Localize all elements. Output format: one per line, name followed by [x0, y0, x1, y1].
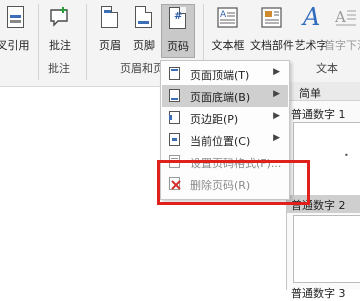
divider	[86, 4, 87, 80]
wordart-label: 艺术字	[294, 39, 328, 52]
menu-item-label: 页面顶端(T)	[190, 69, 250, 82]
footer-icon	[132, 6, 156, 32]
submenu-arrow-icon: ▶	[273, 133, 280, 143]
menu-item-label: 当前位置(C)	[190, 135, 251, 148]
comment-button[interactable]: 批注	[44, 4, 76, 58]
menu-item-bottom-of-page[interactable]: 页面底端(B) ▶	[162, 85, 288, 107]
gallery-item-label[interactable]: 普通数字 3	[291, 285, 346, 301]
footer-button[interactable]: 页脚	[128, 4, 160, 58]
submenu-arrow-icon: ▶	[273, 89, 280, 99]
svg-text:A: A	[220, 10, 227, 20]
current-position-icon	[169, 133, 180, 146]
gallery-header: 简单	[287, 82, 360, 101]
menu-item-label: 页边距(P)	[190, 113, 239, 126]
dropcap-button[interactable]: A 首字下沉	[324, 4, 360, 58]
gallery-item-label[interactable]: 普通数字 1	[291, 106, 346, 122]
page-margins-icon	[169, 111, 180, 124]
textbox-icon: A	[216, 6, 240, 32]
submenu-arrow-icon: ▶	[273, 67, 280, 77]
dropcap-icon: A	[334, 6, 358, 32]
group-label-text: 文本	[316, 62, 338, 75]
menu-item-top-of-page[interactable]: 页面顶端(T) ▶	[162, 63, 288, 85]
new-comment-icon	[48, 6, 72, 32]
gallery-header-label: 简单	[299, 87, 321, 100]
doc-parts-label: 文档部件	[250, 39, 294, 52]
textbox-label: 文本框	[211, 39, 245, 52]
page-number-icon: #	[166, 7, 190, 33]
quick-parts-icon	[260, 6, 284, 32]
textbox-button[interactable]: A 文本框	[208, 4, 248, 58]
thumb-number-glyph: •	[344, 151, 349, 160]
header-button[interactable]: 页眉	[94, 4, 126, 58]
menu-item-current-position[interactable]: 当前位置(C) ▶	[162, 129, 288, 151]
cross-reference-label: 叉引用	[0, 39, 30, 52]
footer-label: 页脚	[133, 39, 155, 52]
cross-reference-button[interactable]: 叉引用	[0, 4, 34, 58]
page-number-button[interactable]: # 页码	[161, 4, 195, 58]
menu-item-page-margins[interactable]: 页边距(P) ▶	[162, 107, 288, 129]
menu-item-label: 页面底端(B)	[190, 91, 251, 104]
page-top-icon	[169, 67, 180, 80]
dropcap-label: 首字下沉	[324, 39, 360, 52]
page-number-label: 页码	[167, 40, 189, 53]
svg-text:A: A	[334, 8, 346, 26]
page-bottom-icon	[169, 89, 180, 102]
wordart-button[interactable]: A 艺术字	[294, 3, 328, 58]
header-label: 页眉	[99, 39, 121, 52]
comment-label: 批注	[49, 39, 71, 52]
submenu-arrow-icon: ▶	[273, 111, 280, 121]
divider	[38, 4, 39, 80]
group-label-comment: 批注	[48, 62, 70, 75]
doc-parts-button[interactable]: 文档部件	[250, 4, 294, 58]
gallery-thumbnail-plain-2[interactable]	[293, 215, 360, 283]
highlight-annotation-box	[157, 160, 310, 205]
cross-reference-icon	[1, 6, 25, 32]
wordart-icon: A	[303, 3, 321, 31]
header-icon	[98, 6, 122, 32]
